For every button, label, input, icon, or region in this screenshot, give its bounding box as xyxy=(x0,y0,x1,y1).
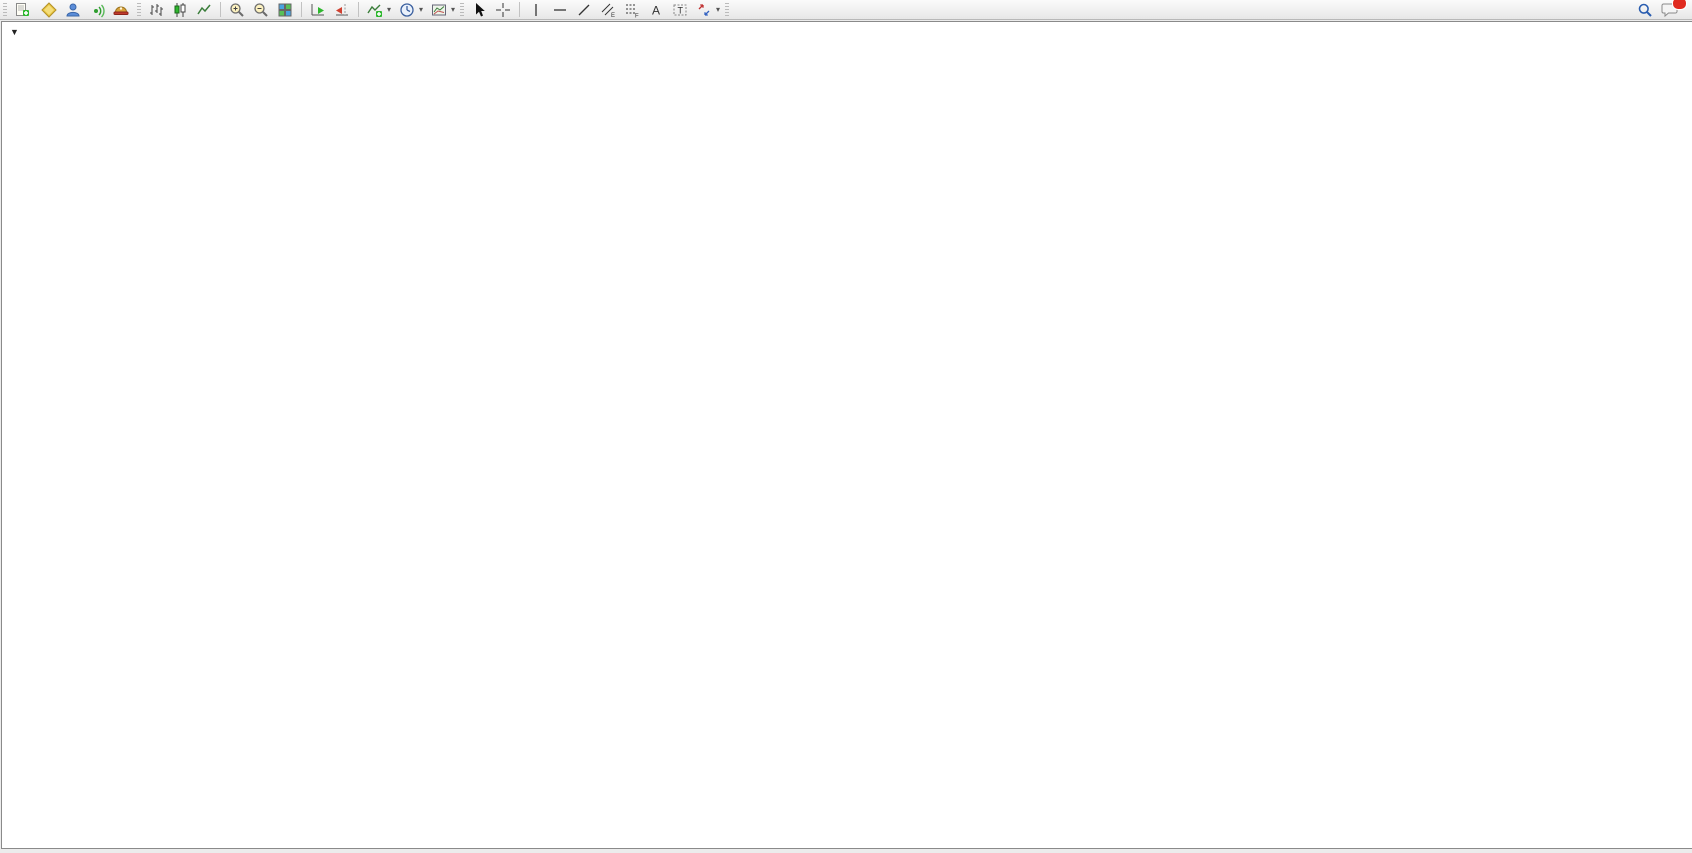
bar-chart-button[interactable] xyxy=(144,0,168,20)
crosshair-button[interactable] xyxy=(491,0,515,20)
zoom-out-icon xyxy=(253,2,269,18)
user-profile-button[interactable] xyxy=(61,0,85,20)
new-order-icon xyxy=(14,2,30,18)
svg-text:E: E xyxy=(611,13,615,18)
line-chart-icon xyxy=(196,2,212,18)
main-toolbar: ▾ ▾ ▾ xyxy=(0,0,1692,20)
svg-text:A: A xyxy=(652,3,660,17)
chart-window: ▼ xyxy=(1,21,1692,849)
text-label-icon: T xyxy=(672,2,688,18)
periods-icon xyxy=(399,2,415,18)
vertical-line-icon xyxy=(528,2,544,18)
crosshair-icon xyxy=(495,2,511,18)
equidistant-channel-button[interactable]: E xyxy=(596,0,620,20)
indicators-icon xyxy=(367,2,383,18)
chat-button[interactable] xyxy=(1657,0,1682,20)
periods-button[interactable]: ▾ xyxy=(395,0,427,20)
tile-windows-button[interactable] xyxy=(273,0,297,20)
chart-shift-icon xyxy=(334,2,350,18)
vertical-line-button[interactable] xyxy=(524,0,548,20)
search-icon xyxy=(1637,2,1653,18)
templates-icon xyxy=(431,2,447,18)
toolbar-grip[interactable] xyxy=(137,3,141,17)
toolbar-grip[interactable] xyxy=(460,3,464,17)
auto-scroll-icon xyxy=(310,2,326,18)
candlestick-chart-button[interactable] xyxy=(168,0,192,20)
chevron-down-icon: ▾ xyxy=(387,5,391,14)
chevron-down-icon: ▾ xyxy=(451,5,455,14)
mql-community-button[interactable] xyxy=(37,0,61,20)
zoom-out-button[interactable] xyxy=(249,0,273,20)
horizontal-line-button[interactable] xyxy=(548,0,572,20)
text-button[interactable]: A xyxy=(644,0,668,20)
mql-community-icon xyxy=(41,2,57,18)
templates-button[interactable]: ▾ xyxy=(427,0,459,20)
candlestick-chart-icon xyxy=(172,2,188,18)
chevron-down-icon: ▾ xyxy=(716,5,720,14)
line-chart-button[interactable] xyxy=(192,0,216,20)
zoom-in-button[interactable] xyxy=(225,0,249,20)
arrows-icon xyxy=(696,2,712,18)
fibonacci-button[interactable]: F xyxy=(620,0,644,20)
user-icon xyxy=(65,2,81,18)
text-icon: A xyxy=(648,2,664,18)
chevron-down-icon: ▾ xyxy=(419,5,423,14)
chart-header[interactable]: ▼ xyxy=(10,27,49,37)
new-order-button[interactable] xyxy=(10,0,37,20)
svg-text:F: F xyxy=(635,13,639,18)
fibonacci-icon: F xyxy=(624,2,640,18)
cursor-button[interactable] xyxy=(467,0,491,20)
chart-shift-button[interactable] xyxy=(330,0,354,20)
cursor-icon xyxy=(471,2,487,18)
arrows-button[interactable]: ▾ xyxy=(692,0,724,20)
horizontal-line-icon xyxy=(552,2,568,18)
search-button[interactable] xyxy=(1633,0,1657,20)
symbol-dropdown-icon[interactable]: ▼ xyxy=(10,27,19,37)
equidistant-channel-icon: E xyxy=(600,2,616,18)
tile-windows-icon xyxy=(277,2,293,18)
toolbar-grip[interactable] xyxy=(3,3,7,17)
chart-canvas[interactable] xyxy=(2,22,1692,848)
notification-badge xyxy=(1672,0,1687,10)
bar-chart-icon xyxy=(148,2,164,18)
indicators-button[interactable]: ▾ xyxy=(363,0,395,20)
trendline-button[interactable] xyxy=(572,0,596,20)
signal-button[interactable] xyxy=(85,0,109,20)
auto-trading-icon xyxy=(113,2,129,18)
zoom-in-icon xyxy=(229,2,245,18)
text-label-button[interactable]: T xyxy=(668,0,692,20)
auto-trading-button[interactable] xyxy=(109,0,136,20)
svg-text:T: T xyxy=(678,5,684,15)
trendline-icon xyxy=(576,2,592,18)
toolbar-grip[interactable] xyxy=(725,3,729,17)
signal-icon xyxy=(89,2,105,18)
auto-scroll-button[interactable] xyxy=(306,0,330,20)
